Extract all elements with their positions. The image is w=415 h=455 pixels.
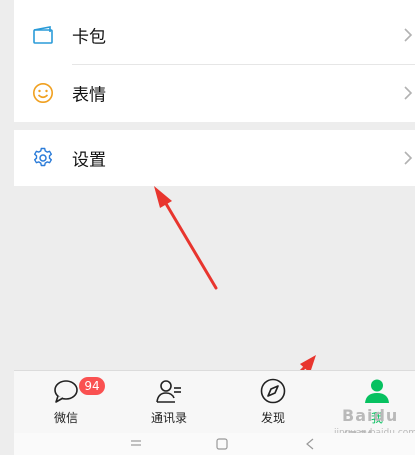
menu-group-top: 卡包 表情 bbox=[14, 0, 415, 122]
tab-chats[interactable]: 94 微信 bbox=[21, 371, 111, 433]
menu-item-label: 表情 bbox=[72, 85, 106, 106]
menu-item-label: 设置 bbox=[72, 150, 106, 171]
menu-group-settings: 设置 bbox=[14, 130, 415, 186]
card-wallet-icon bbox=[33, 26, 53, 44]
chevron-right-icon bbox=[404, 86, 413, 100]
tab-contacts[interactable]: 通讯录 bbox=[124, 371, 214, 433]
tab-label: 发现 bbox=[260, 411, 285, 425]
home-icon[interactable] bbox=[216, 438, 228, 450]
tab-label: 通讯录 bbox=[150, 411, 187, 425]
chevron-right-icon bbox=[404, 151, 413, 165]
menu-item-card-wallet[interactable]: 卡包 bbox=[14, 6, 415, 64]
system-nav-bar bbox=[14, 433, 415, 455]
menu-item-settings[interactable]: 设置 bbox=[14, 129, 415, 187]
tab-label: 微信 bbox=[53, 411, 78, 425]
smiley-icon bbox=[33, 83, 53, 103]
unread-badge: 94 bbox=[79, 377, 105, 395]
menu-item-label: 卡包 bbox=[72, 27, 106, 48]
menu-icon[interactable] bbox=[130, 438, 142, 450]
chat-bubble-icon bbox=[54, 380, 78, 403]
menu-item-stickers[interactable]: 表情 bbox=[14, 64, 415, 122]
tab-discover[interactable]: 发现 bbox=[228, 371, 318, 433]
back-icon[interactable] bbox=[304, 438, 316, 450]
gear-icon bbox=[34, 147, 52, 167]
chevron-right-icon bbox=[404, 28, 413, 42]
contacts-icon bbox=[156, 380, 181, 403]
compass-icon bbox=[260, 378, 286, 404]
annotation-arrow-settings bbox=[154, 186, 218, 290]
